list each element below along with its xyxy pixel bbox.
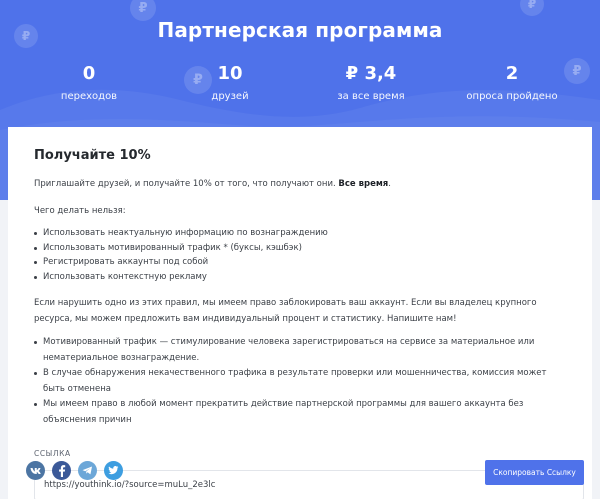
stat-label: переходов	[60, 91, 118, 102]
list-item: Регистрировать аккаунты под собой	[34, 255, 566, 270]
link-label: Ссылка	[34, 449, 71, 458]
stat-value: 10	[217, 63, 243, 84]
facebook-glyph	[58, 464, 65, 477]
notes-list: Мотивированный трафик — стимулирование ч…	[34, 335, 566, 428]
vk-icon[interactable]	[26, 461, 45, 480]
stat-value: 0	[82, 63, 96, 84]
telegram-glyph	[82, 466, 92, 475]
list-item: В случае обнаружения некачественного тра…	[34, 366, 566, 397]
twitter-icon[interactable]	[104, 461, 123, 480]
vk-glyph	[30, 467, 41, 474]
stats-row: 0 переходов 10 друзей ₽ 3,4 за все время…	[0, 63, 600, 113]
stat-visits: 0 переходов	[19, 63, 159, 104]
forbidden-heading: Чего делать нельзя:	[34, 206, 126, 216]
stat-surveys: 2 опроса пройдено	[442, 63, 582, 104]
rules-list: Использовать неактуальную информацию по …	[34, 226, 566, 284]
list-item: Мы имеем право в любой момент прекратить…	[34, 397, 566, 428]
stat-earnings: ₽ 3,4 за все время	[301, 63, 441, 104]
list-item: Использовать контекстную рекламу	[34, 270, 566, 285]
referral-card: Получайте 10% Приглашайте друзей, и полу…	[8, 127, 592, 499]
stat-value: ₽ 3,4	[345, 63, 397, 84]
list-item: Мотивированный трафик — стимулирование ч…	[34, 335, 566, 366]
list-item: Использовать неактуальную информацию по …	[34, 226, 566, 241]
stat-label: за все время	[337, 91, 405, 102]
intro-text-bold: Все время	[338, 179, 389, 189]
stat-label: друзей	[211, 91, 249, 102]
intro-text-main: Приглашайте друзей, и получайте 10% от т…	[34, 179, 339, 189]
share-row: Скопировать Ссылку	[26, 460, 584, 486]
facebook-icon[interactable]	[52, 461, 71, 480]
intro-text-tail: .	[388, 179, 391, 189]
telegram-icon[interactable]	[78, 461, 97, 480]
list-item: Использовать мотивированный трафик * (бу…	[34, 241, 566, 256]
stat-value: 2	[505, 63, 519, 84]
card-title: Получайте 10%	[34, 148, 151, 163]
stat-friends: 10 друзей	[160, 63, 300, 104]
twitter-glyph	[108, 466, 119, 475]
intro-text: Приглашайте друзей, и получайте 10% от т…	[34, 177, 566, 192]
copy-link-button[interactable]: Скопировать Ссылку	[485, 460, 584, 485]
stat-label: опроса пройдено	[466, 91, 558, 102]
warning-text: Если нарушить одно из этих правил, мы им…	[34, 298, 537, 324]
page-title: Партнерская программа	[157, 18, 443, 42]
